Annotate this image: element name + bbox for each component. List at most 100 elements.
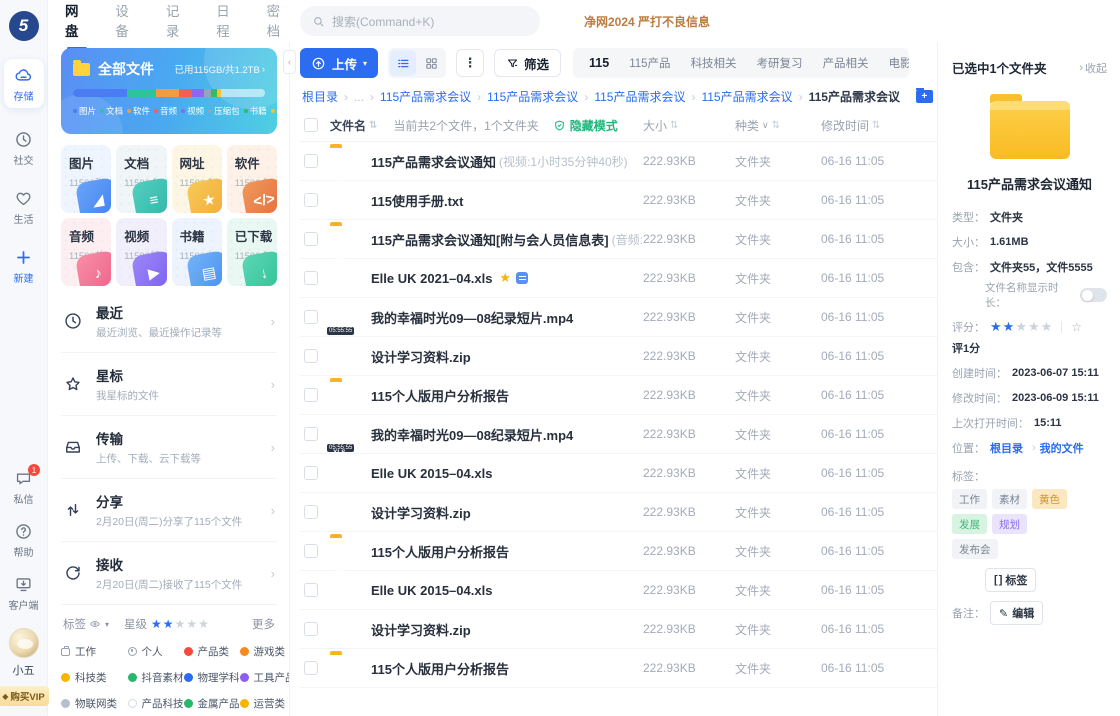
breadcrumb-link[interactable]: ... bbox=[354, 90, 364, 104]
star-outline-icon[interactable] bbox=[1071, 320, 1082, 334]
rail-item-social[interactable]: 社交 bbox=[14, 130, 34, 167]
tag-item[interactable]: 抖音素材 bbox=[128, 670, 184, 685]
edit-note-button[interactable]: 编辑 bbox=[990, 601, 1043, 625]
file-tag-chip[interactable]: 工作 bbox=[952, 489, 987, 509]
rail-item-client[interactable]: 客户端 bbox=[9, 575, 39, 612]
sidebar-item-recent[interactable]: 最近最近浏览、最近操作记录等 bbox=[61, 290, 277, 353]
name-column-header[interactable]: 文件名 bbox=[330, 117, 377, 134]
row-checkbox[interactable] bbox=[304, 661, 318, 675]
row-checkbox[interactable] bbox=[304, 310, 318, 324]
table-row[interactable]: Elle UK 2021–04.xls 222.93KB 文件夹 06-16 1… bbox=[300, 259, 937, 298]
eye-icon[interactable] bbox=[86, 618, 104, 630]
category-tile[interactable]: 网址 11500个 ★ bbox=[172, 145, 222, 213]
breadcrumb-link[interactable]: 115产品需求会议 bbox=[380, 88, 471, 105]
location-link[interactable]: 根目录 bbox=[990, 440, 1023, 456]
more-actions-button[interactable] bbox=[456, 49, 484, 77]
tag-item[interactable]: 物理学科 bbox=[184, 670, 240, 685]
top-nav-tab[interactable]: 记录 bbox=[166, 0, 190, 42]
select-all-checkbox[interactable] bbox=[304, 118, 318, 132]
category-tile[interactable]: 图片 11500张 ◢ bbox=[61, 145, 111, 213]
file-tag-chip[interactable]: 黄色 bbox=[1032, 489, 1067, 509]
top-nav-tab[interactable]: 设备 bbox=[115, 0, 139, 42]
category-tile[interactable]: 软件 11500个 </> bbox=[227, 145, 277, 213]
table-row[interactable]: Elle UK 2015–04.xls 222.93KB 文件夹 06-16 1… bbox=[300, 571, 937, 610]
size-column-header[interactable]: 大小 bbox=[643, 117, 735, 134]
hidden-mode-toggle[interactable]: 隐藏模式 bbox=[553, 117, 618, 134]
list-view-button[interactable] bbox=[390, 50, 416, 76]
tags-label[interactable]: 标签 bbox=[63, 616, 86, 632]
upload-button[interactable]: 上传 bbox=[300, 48, 378, 78]
table-row[interactable]: 设计学习资料.zip 222.93KB 文件夹 06-16 11:05 bbox=[300, 337, 937, 376]
folder-tab[interactable]: 115 bbox=[579, 56, 619, 70]
row-checkbox[interactable] bbox=[304, 466, 318, 480]
time-column-header[interactable]: 修改时间 bbox=[821, 117, 925, 134]
breadcrumb-link[interactable]: 115产品需求会议 bbox=[487, 88, 578, 105]
category-tile[interactable]: 视频 11500部 ▶ bbox=[116, 218, 166, 286]
row-checkbox[interactable] bbox=[304, 232, 318, 246]
duration-toggle[interactable] bbox=[1080, 288, 1107, 302]
tag-item[interactable]: 个人 bbox=[128, 644, 184, 659]
row-checkbox[interactable] bbox=[304, 544, 318, 558]
tag-item[interactable]: 产品类 bbox=[184, 644, 240, 659]
rating-stars[interactable] bbox=[990, 319, 1052, 335]
category-tile[interactable]: 书籍 11500本 ▤ bbox=[172, 218, 222, 286]
row-checkbox[interactable] bbox=[304, 349, 318, 363]
folder-tab[interactable]: 产品相关 bbox=[813, 55, 879, 71]
more-link[interactable]: 更多 bbox=[252, 616, 275, 632]
top-nav-tab[interactable]: 日程 bbox=[216, 0, 240, 42]
category-tile[interactable]: 文档 11500个 ≡ bbox=[116, 145, 166, 213]
kind-column-header[interactable]: 种类 bbox=[735, 117, 821, 134]
rating-stars[interactable] bbox=[151, 617, 209, 631]
folder-tab[interactable]: 考研复习 bbox=[747, 55, 813, 71]
tag-item[interactable]: 工作 bbox=[61, 644, 128, 659]
top-nav-tab[interactable]: 网盘 bbox=[65, 0, 89, 42]
table-row[interactable]: 115个人版用户分析报告 222.93KB 文件夹 06-16 11:05 bbox=[300, 376, 937, 415]
file-tag-chip[interactable]: 发展 bbox=[952, 514, 987, 534]
rail-item-messages[interactable]: 1 私信 bbox=[14, 469, 34, 506]
sidebar-item-share[interactable]: 分享2月20日(周二)分享了115个文件 bbox=[61, 479, 277, 542]
breadcrumb-link[interactable]: 根目录 bbox=[302, 88, 338, 105]
table-row[interactable]: 115个人版用户分析报告 222.93KB 文件夹 06-16 11:05 bbox=[300, 649, 937, 688]
table-row[interactable]: 115使用手册.txt 222.93KB 文件夹 06-16 11:05 bbox=[300, 181, 937, 220]
folder-tab[interactable]: 科技相关 bbox=[681, 55, 747, 71]
all-files-card[interactable]: 全部文件 已用115GB/共1.2TB 图片 文档 bbox=[61, 48, 277, 134]
row-checkbox[interactable] bbox=[304, 583, 318, 597]
collapse-panel-button[interactable]: 收起 bbox=[1079, 60, 1107, 76]
top-nav-tab[interactable]: 密档 bbox=[267, 0, 291, 42]
rail-item-help[interactable]: 帮助 bbox=[14, 522, 34, 559]
buy-vip-button[interactable]: 购买VIP bbox=[0, 686, 49, 706]
breadcrumb-link[interactable]: 115产品需求会议 bbox=[594, 88, 685, 105]
caret-down-icon[interactable] bbox=[105, 620, 109, 629]
table-row[interactable]: 115个人版用户分析报告 222.93KB 文件夹 06-16 11:05 bbox=[300, 532, 937, 571]
rail-item-storage[interactable]: 存储 bbox=[4, 59, 44, 108]
folder-tab[interactable]: 电影资源 bbox=[879, 55, 909, 71]
table-row[interactable]: 05:55:55 我的幸福时光09—08纪录短片.mp4 222.93KB 文件… bbox=[300, 415, 937, 454]
row-checkbox[interactable] bbox=[304, 154, 318, 168]
sidebar-item-transfer[interactable]: 传输上传、下载、云下载等 bbox=[61, 416, 277, 479]
tag-item[interactable]: 物联网类 bbox=[61, 696, 128, 711]
rail-item-life[interactable]: 生活 bbox=[14, 189, 34, 226]
row-checkbox[interactable] bbox=[304, 193, 318, 207]
sidebar-item-receive[interactable]: 接收2月20日(周二)接收了115个文件 bbox=[61, 542, 277, 605]
tag-item[interactable]: 科技类 bbox=[61, 670, 128, 685]
location-link[interactable]: 我的文件 bbox=[1040, 440, 1084, 456]
row-checkbox[interactable] bbox=[304, 427, 318, 441]
sidebar-collapse-handle[interactable] bbox=[283, 50, 296, 74]
file-tag-chip[interactable]: 规划 bbox=[992, 514, 1027, 534]
sidebar-item-starred[interactable]: 星标我星标的文件 bbox=[61, 353, 277, 416]
row-checkbox[interactable] bbox=[304, 505, 318, 519]
table-row[interactable]: 设计学习资料.zip 222.93KB 文件夹 06-16 11:05 bbox=[300, 493, 937, 532]
breadcrumb-link[interactable]: 115产品需求会议 bbox=[701, 88, 792, 105]
tag-item[interactable]: 运营类 bbox=[240, 696, 291, 711]
filter-button[interactable]: 筛选 bbox=[494, 49, 561, 77]
tag-item[interactable]: 产品科技 bbox=[128, 696, 184, 711]
category-tile[interactable]: 已下载 11500个 ↓ bbox=[227, 218, 277, 286]
file-tag-chip[interactable]: 发布会 bbox=[952, 539, 998, 559]
table-row[interactable]: Elle UK 2015–04.xls 222.93KB 文件夹 06-16 1… bbox=[300, 454, 937, 493]
add-tag-button[interactable]: 标签 bbox=[985, 568, 1036, 592]
table-row[interactable]: 05:55:55 我的幸福时光09—08纪录短片.mp4 222.93KB 文件… bbox=[300, 298, 937, 337]
grid-view-button[interactable] bbox=[418, 50, 444, 76]
tag-item[interactable]: 游戏类 bbox=[240, 644, 291, 659]
table-row[interactable]: 115产品需求会议通知 (视频:1小时35分钟40秒) 222.93KB 文件夹… bbox=[300, 142, 937, 181]
table-row[interactable]: 设计学习资料.zip 222.93KB 文件夹 06-16 11:05 bbox=[300, 610, 937, 649]
